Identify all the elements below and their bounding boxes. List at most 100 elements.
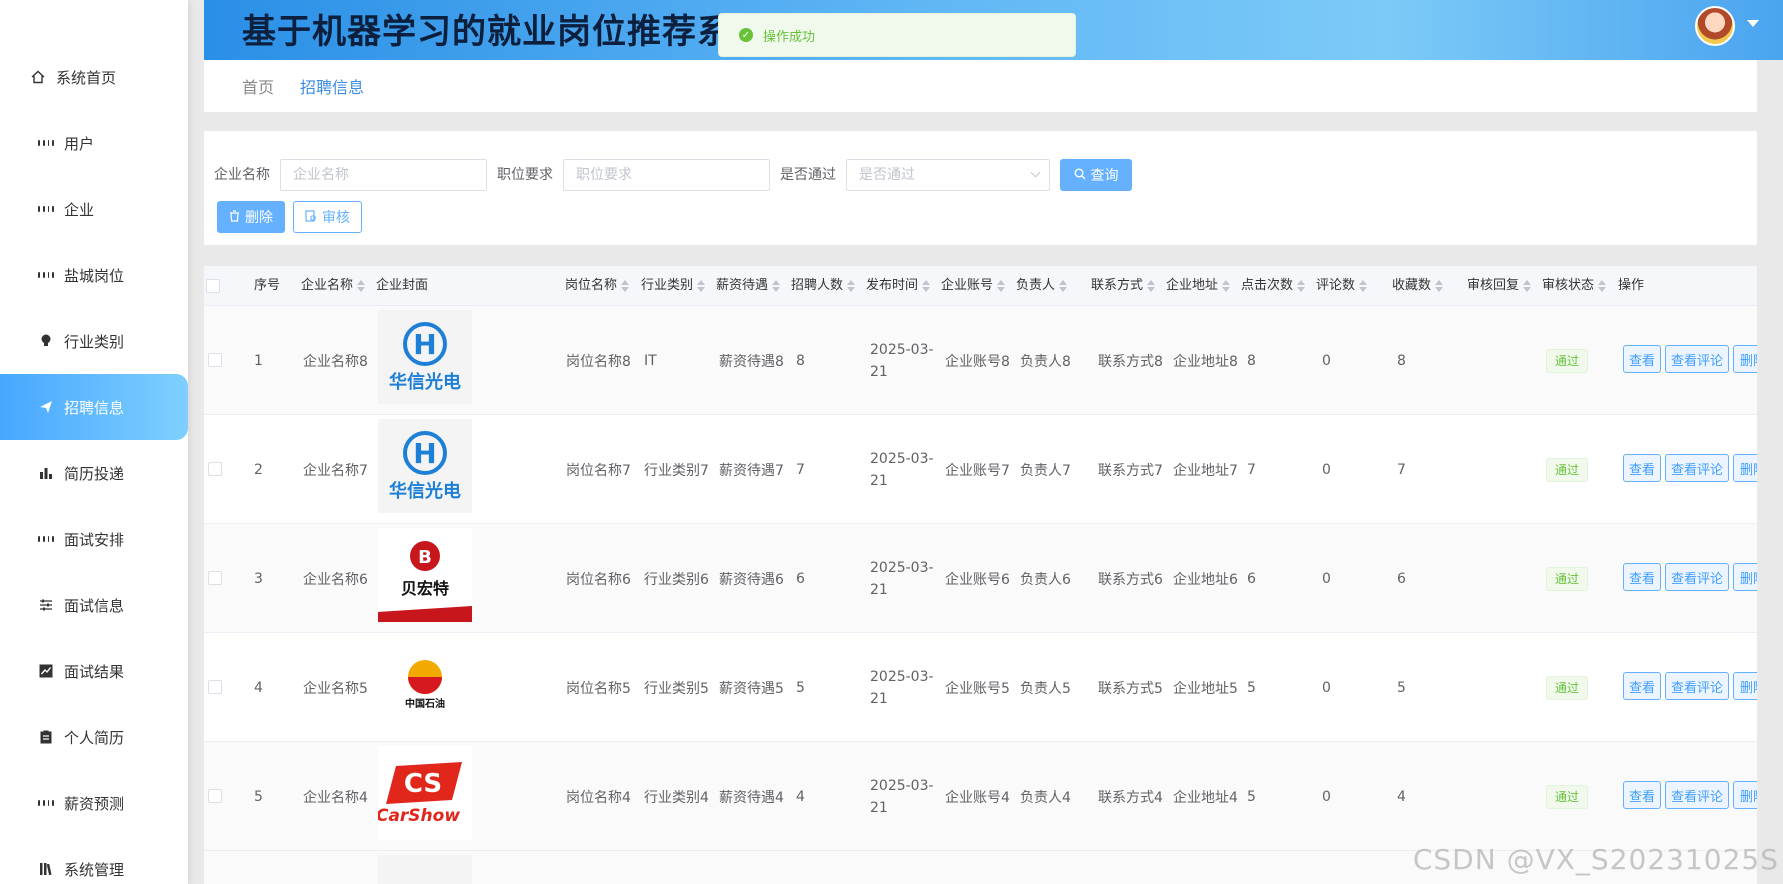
audit-button[interactable]: 审核 [293, 201, 362, 233]
sort-icon[interactable] [922, 279, 931, 292]
th-reply[interactable]: 审核回复 [1467, 266, 1532, 306]
th-status[interactable]: 审核状态 [1542, 266, 1607, 306]
th-salary[interactable]: 薪资待遇 [716, 266, 781, 306]
cell-industry: IT [644, 352, 657, 369]
cell-headcount: 8 [796, 352, 805, 369]
view-button[interactable]: 查看 [1623, 345, 1661, 373]
view-comments-button[interactable]: 查看评论 [1665, 345, 1729, 373]
sort-icon[interactable] [1598, 279, 1607, 292]
sort-icon[interactable] [621, 279, 630, 292]
view-comments-button[interactable]: 查看评论 [1665, 563, 1729, 591]
th-position[interactable]: 岗位名称 [565, 266, 630, 306]
passed-select[interactable]: 是否通过 [846, 159, 1050, 191]
sidebar: 系统首页 用户 企业 盐城岗位 行业类别 招聘信息 简历投递 面试安排 面试信息… [0, 0, 188, 884]
sidebar-item-resume-delivery[interactable]: 简历投递 [0, 440, 188, 506]
sidebar-item-recruitment[interactable]: 招聘信息 [0, 374, 188, 440]
view-button[interactable]: 查看 [1623, 563, 1661, 591]
sidebar-item-personal-resume[interactable]: 个人简历 [0, 704, 188, 770]
sidebar-item-company[interactable]: 企业 [0, 176, 188, 242]
th-published[interactable]: 发布时间 [866, 266, 931, 306]
th-clicks[interactable]: 点击次数 [1241, 266, 1306, 306]
row-delete-button[interactable]: 删除 [1733, 345, 1757, 373]
row-delete-button[interactable]: 删除 [1733, 454, 1757, 482]
cell-company: 企业名称6 [303, 571, 368, 588]
cell-industry: 行业类别7 [644, 462, 709, 479]
sidebar-item-salary-prediction[interactable]: 薪资预测 [0, 770, 188, 836]
th-salary-label: 薪资待遇 [716, 278, 769, 293]
cell-comments: 0 [1322, 461, 1331, 478]
query-button[interactable]: 查询 [1060, 159, 1132, 191]
th-address[interactable]: 企业地址 [1166, 266, 1231, 306]
sort-icon[interactable] [1435, 279, 1444, 292]
cell-salary: 薪资待遇7 [719, 462, 784, 479]
sort-icon[interactable] [847, 279, 856, 292]
th-phone[interactable]: 联系方式 [1091, 266, 1156, 306]
view-comments-button[interactable]: 查看评论 [1665, 454, 1729, 482]
sort-icon[interactable] [1147, 279, 1156, 292]
select-all-checkbox[interactable] [206, 279, 220, 293]
sort-icon[interactable] [697, 279, 706, 292]
view-button[interactable]: 查看 [1623, 672, 1661, 700]
th-account[interactable]: 企业账号 [941, 266, 1006, 306]
sidebar-item-yancheng-jobs[interactable]: 盐城岗位 [0, 242, 188, 308]
status-badge: 通过 [1546, 457, 1589, 482]
cell-address: 企业地址8 [1173, 353, 1238, 370]
sort-icon[interactable] [1523, 279, 1532, 292]
cell-phone: 联系方式5 [1098, 680, 1163, 697]
row-checkbox[interactable] [208, 680, 222, 694]
row-checkbox[interactable] [208, 571, 222, 585]
delete-button[interactable]: 删除 [217, 201, 285, 233]
recruitment-table: 序号 企业名称 企业封面 岗位名称 行业类别 薪资待遇 招聘人数 发布时间 企业… [204, 266, 1757, 884]
th-favorites[interactable]: 收藏数 [1392, 266, 1444, 306]
th-industry[interactable]: 行业类别 [641, 266, 706, 306]
th-headcount-label: 招聘人数 [791, 278, 844, 293]
sidebar-item-interview-result[interactable]: 面试结果 [0, 638, 188, 704]
cell-account: 企业账号7 [945, 462, 1010, 479]
row-delete-button[interactable]: 删除 [1733, 563, 1757, 591]
sidebar-item-system-management[interactable]: 系统管理 [0, 836, 188, 884]
requirement-input[interactable]: 职位要求 [563, 159, 770, 191]
row-checkbox[interactable] [208, 462, 222, 476]
row-checkbox[interactable] [208, 789, 222, 803]
sidebar-item-interview-info[interactable]: 面试信息 [0, 572, 188, 638]
th-industry-label: 行业类别 [641, 278, 694, 293]
cell-status: 通过 [1546, 306, 1589, 415]
cell-index: 1 [254, 352, 263, 369]
sort-icon[interactable] [772, 279, 781, 292]
sidebar-item-industry[interactable]: 行业类别 [0, 308, 188, 374]
sort-icon[interactable] [1297, 279, 1306, 292]
chevron-down-icon[interactable] [1747, 20, 1759, 27]
cell-status: 通过 [1546, 633, 1589, 742]
status-badge: 通过 [1546, 566, 1589, 591]
sidebar-item-users[interactable]: 用户 [0, 110, 188, 176]
sort-icon[interactable] [1359, 279, 1368, 292]
th-company[interactable]: 企业名称 [301, 266, 366, 306]
table-row: 1 企业名称8 岗位名称8 IT 薪资待遇8 8 企业账号8 负责人8 联系方式8 企业地址8 8 0… [204, 306, 1757, 415]
search-panel: 企业名称 企业名称 职位要求 职位要求 是否通过 是否通过 查询 删除 审核 [204, 131, 1757, 245]
th-headcount[interactable]: 招聘人数 [791, 266, 856, 306]
sort-icon[interactable] [1222, 279, 1231, 292]
svg-text:H: H [413, 437, 436, 470]
sort-icon[interactable] [997, 279, 1006, 292]
sidebar-item-interview-schedule[interactable]: 面试安排 [0, 506, 188, 572]
company-name-input[interactable]: 企业名称 [280, 159, 487, 191]
avatar[interactable] [1695, 6, 1735, 46]
row-checkbox[interactable] [208, 353, 222, 367]
sort-icon[interactable] [1059, 279, 1068, 292]
cell-status: 通过 [1546, 415, 1589, 524]
sort-icon[interactable] [357, 279, 366, 292]
th-comments[interactable]: 评论数 [1316, 266, 1368, 306]
row-delete-button[interactable]: 删除 [1733, 672, 1757, 700]
view-comments-button[interactable]: 查看评论 [1665, 672, 1729, 700]
row-delete-button[interactable]: 删除 [1733, 781, 1757, 809]
view-button[interactable]: 查看 [1623, 781, 1661, 809]
breadcrumb-home[interactable]: 首页 [242, 74, 274, 98]
th-contact[interactable]: 负责人 [1016, 266, 1068, 306]
cell-headcount: 4 [796, 788, 805, 805]
sidebar-item-label: 系统首页 [56, 68, 117, 87]
sidebar-item-home[interactable]: 系统首页 [0, 44, 188, 110]
cell-salary: 薪资待遇4 [719, 789, 784, 806]
view-button[interactable]: 查看 [1623, 454, 1661, 482]
view-comments-button[interactable]: 查看评论 [1665, 781, 1729, 809]
cell-position: 岗位名称7 [566, 462, 631, 479]
